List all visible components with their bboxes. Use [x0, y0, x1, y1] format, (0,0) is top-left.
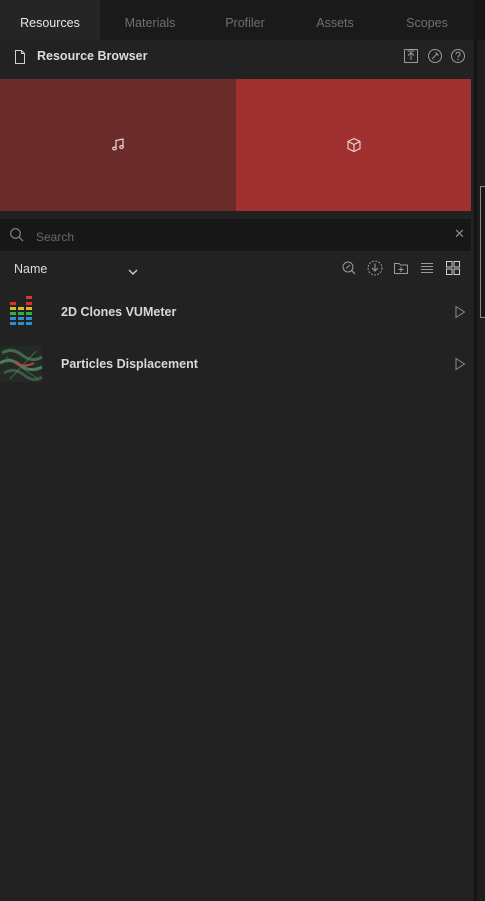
panel-title: Resource Browser — [37, 49, 148, 63]
particles-thumbnail — [0, 343, 44, 383]
download-icon[interactable] — [367, 260, 383, 276]
tab-resources[interactable]: Resources — [0, 0, 100, 40]
list-item[interactable]: 2D Clones VUMeter — [0, 291, 474, 335]
help-icon[interactable] — [450, 48, 466, 64]
play-icon[interactable] — [454, 357, 466, 376]
tab-scopes[interactable]: Scopes — [380, 0, 474, 40]
list-item-label: Particles Displacement — [61, 357, 198, 371]
grid-view-icon[interactable] — [445, 260, 461, 276]
tab-assets[interactable]: Assets — [290, 0, 380, 40]
pin-icon[interactable] — [427, 48, 443, 64]
list-item-label: 2D Clones VUMeter — [61, 305, 177, 319]
list-view-icon[interactable] — [419, 260, 435, 276]
search-icon — [9, 227, 25, 248]
side-panel-edge — [474, 0, 485, 901]
resize-handle[interactable] — [480, 186, 485, 318]
zoom-search-icon[interactable] — [341, 260, 357, 276]
resource-browser-panel: Resources Materials Profiler Assets Scop… — [0, 0, 474, 901]
tab-bar: Resources Materials Profiler Assets Scop… — [0, 0, 474, 40]
tab-profiler[interactable]: Profiler — [200, 0, 290, 40]
vu-meter-thumbnail — [0, 291, 44, 331]
music-note-icon — [112, 138, 124, 151]
audio-tile[interactable] — [0, 79, 236, 211]
new-folder-icon[interactable] — [393, 260, 409, 276]
search-bar: ✕ — [0, 219, 471, 251]
3d-object-tile[interactable] — [236, 79, 471, 211]
search-input[interactable] — [34, 227, 438, 247]
chevron-down-icon[interactable] — [127, 264, 139, 282]
side-strip — [477, 40, 485, 901]
export-icon[interactable] — [403, 48, 419, 64]
list-item[interactable]: Particles Displacement — [0, 343, 474, 387]
play-icon[interactable] — [454, 305, 466, 324]
document-icon — [14, 50, 26, 69]
sort-dropdown-label[interactable]: Name — [14, 262, 47, 276]
cube-icon — [346, 137, 361, 153]
tab-materials[interactable]: Materials — [100, 0, 200, 40]
clear-search-button[interactable]: ✕ — [454, 227, 465, 241]
